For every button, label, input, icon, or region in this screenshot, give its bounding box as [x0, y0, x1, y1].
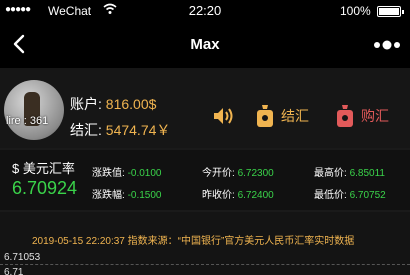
buy-button[interactable]: 购汇	[335, 98, 389, 134]
high-label: 最高价:	[314, 168, 347, 179]
status-bar: ●●●●● WeChat 22:20 100%	[0, 0, 410, 22]
settle-label: 结汇:	[70, 122, 102, 138]
balance-line: 账户: 816.00$	[70, 94, 156, 114]
quote-name: $ 美元汇率	[12, 158, 75, 177]
low-value: 6.70752	[349, 190, 386, 201]
prev-close-value: 6.72400	[237, 190, 274, 201]
settle-button-label: 结汇	[281, 108, 309, 124]
chart-info-text: 2019-05-15 22:20:37 指数来源：“中国银行”官方美元人民币汇率…	[32, 236, 355, 247]
change-value-cell: 涨跌值: -0.0100	[92, 164, 161, 179]
rate-chart[interactable]: 2019-05-15 22:20:37 指数来源：“中国银行”官方美元人民币汇率…	[0, 212, 410, 275]
quote-rate: 6.70924	[12, 178, 78, 198]
settle-line: 结汇: 5474.74￥	[70, 120, 170, 140]
balance-value: 816.00$	[105, 96, 157, 112]
buy-button-label: 购汇	[361, 108, 389, 124]
currency-symbol: $	[12, 161, 20, 176]
open-cell: 今开价: 6.72300	[202, 164, 274, 179]
change-label: 涨跌值:	[92, 168, 125, 179]
y-tick-label: 6.71	[4, 267, 24, 275]
balance-label: 账户:	[70, 96, 102, 112]
battery-icon	[377, 6, 404, 17]
open-label: 今开价:	[202, 168, 235, 179]
account-panel: lire : 361 账户: 816.00$ 结汇: 5474.74￥ 结汇 购…	[0, 68, 410, 148]
speaker-icon[interactable]	[212, 106, 236, 126]
open-value: 6.72300	[237, 168, 274, 179]
prev-close-label: 昨收价:	[202, 190, 235, 201]
chart-gridline	[0, 264, 410, 265]
high-cell: 最高价: 6.85011	[314, 164, 385, 179]
more-options-icon[interactable]	[372, 38, 402, 52]
change-pct-label: 涨跌幅:	[92, 190, 125, 201]
change-value: -0.0100	[127, 168, 162, 179]
nav-bar: Max	[0, 22, 410, 68]
settle-value: 5474.74￥	[105, 122, 171, 138]
buy-bag-icon	[335, 103, 355, 129]
y-tick-label: 6.71053	[4, 252, 41, 263]
high-value: 6.85011	[349, 168, 385, 179]
avatar[interactable]	[4, 80, 64, 140]
settle-bag-icon	[255, 103, 275, 129]
change-pct-value: -0.1500	[127, 190, 162, 201]
low-label: 最低价:	[314, 190, 347, 201]
battery-percent: 100%	[340, 4, 371, 18]
quote-panel: $ 美元汇率 6.70924 涨跌值: -0.0100 涨跌幅: -0.1500…	[0, 150, 410, 210]
prev-close-cell: 昨收价: 6.72400	[202, 186, 274, 201]
low-cell: 最低价: 6.70752	[314, 186, 386, 201]
settle-button[interactable]: 结汇	[255, 98, 309, 134]
page-title: Max	[190, 36, 220, 53]
avatar-label: lire : 361	[6, 115, 49, 127]
change-pct-cell: 涨跌幅: -0.1500	[92, 186, 161, 201]
quote-name-label: 美元汇率	[22, 161, 75, 176]
